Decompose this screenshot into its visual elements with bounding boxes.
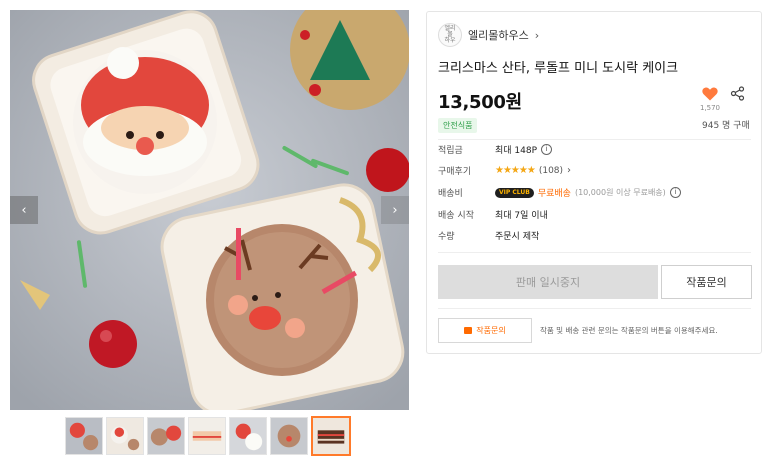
cake-photo <box>10 10 409 410</box>
info-label: 적립금 <box>438 146 463 156</box>
thumbnail-strip <box>65 416 351 456</box>
share-button[interactable] <box>730 86 745 105</box>
vip-club-badge: VIP CLUB <box>495 187 534 198</box>
chevron-right-icon: › <box>567 165 572 176</box>
product-info-panel: 엘리 몰 하우 엘리몰하우스 › 크리스마스 산타, 루돌프 미니 도시락 케이… <box>426 11 762 354</box>
info-row-quantity: 수량 주문시 제작 <box>438 229 539 242</box>
rating-stars: ★★★★★ <box>495 165 536 176</box>
divider <box>438 308 751 309</box>
seller-logo-text: 엘리 몰 하우 <box>444 25 456 44</box>
inquiry-small-label: 작품문의 <box>476 326 506 335</box>
like-count: 1,570 <box>699 104 721 112</box>
info-row-shipping-fee: 배송비 VIP CLUB 무료배송 (10,000원 이상 무료배송) i <box>438 186 681 199</box>
shipping-note: (10,000원 이상 무료배송) <box>574 188 666 197</box>
thumbnail-6[interactable] <box>270 417 308 455</box>
product-title: 크리스마스 산타, 루돌프 미니 도시락 케이크 <box>438 61 679 76</box>
safe-food-badge: 안전식품 <box>438 118 478 133</box>
heart-icon <box>702 87 718 101</box>
points-value: 최대 148P <box>495 146 538 156</box>
info-row-points: 적립금 최대 148P i <box>438 143 553 156</box>
review-count: (108) <box>538 165 564 176</box>
thumbnail-4[interactable] <box>188 417 226 455</box>
divider <box>438 252 751 253</box>
info-label: 배송 시작 <box>438 211 474 221</box>
sale-paused-button[interactable]: 판매 일시중지 <box>438 265 658 299</box>
info-label: 수량 <box>438 232 455 242</box>
ship-start-value: 최대 7일 이내 <box>495 211 548 221</box>
help-icon[interactable]: i <box>669 187 681 198</box>
product-main-image[interactable] <box>10 10 409 410</box>
thumbnail-7[interactable] <box>311 416 351 456</box>
quantity-value: 주문시 제작 <box>495 232 540 242</box>
help-icon[interactable]: i <box>541 144 553 155</box>
buyer-count: 945 명 구매 <box>702 121 750 131</box>
free-shipping-text: 무료배송 <box>537 189 571 199</box>
thumbnail-3[interactable] <box>147 417 185 455</box>
info-row-reviews[interactable]: 구매후기 ★★★★★ (108) › <box>438 164 571 177</box>
seller-name: 엘리몰하우스 <box>468 29 529 42</box>
info-label: 배송비 <box>438 189 463 199</box>
gallery-next-button[interactable]: › <box>381 196 409 224</box>
info-label: 구매후기 <box>438 167 472 177</box>
product-price: 13,500원 <box>438 92 522 113</box>
share-icon <box>730 86 745 101</box>
product-inquiry-small-button[interactable]: 작품문의 <box>438 318 532 343</box>
gallery-prev-button[interactable]: ‹ <box>10 196 38 224</box>
product-inquiry-button[interactable]: 작품문의 <box>661 265 752 299</box>
seller-link[interactable]: 엘리 몰 하우 엘리몰하우스 › <box>438 23 539 47</box>
thumbnail-1[interactable] <box>65 417 103 455</box>
chevron-right-icon: › <box>534 28 540 42</box>
divider <box>438 139 751 140</box>
like-button[interactable]: 1,570 <box>699 86 721 112</box>
thumbnail-2[interactable] <box>106 417 144 455</box>
chat-icon <box>464 327 473 334</box>
info-row-ship-start: 배송 시작 최대 7일 이내 <box>438 208 548 221</box>
thumbnail-5[interactable] <box>229 417 267 455</box>
seller-logo: 엘리 몰 하우 <box>438 23 462 47</box>
inquiry-note: 작품 및 배송 관련 문의는 작품문의 버튼을 이용해주세요. <box>540 326 718 335</box>
